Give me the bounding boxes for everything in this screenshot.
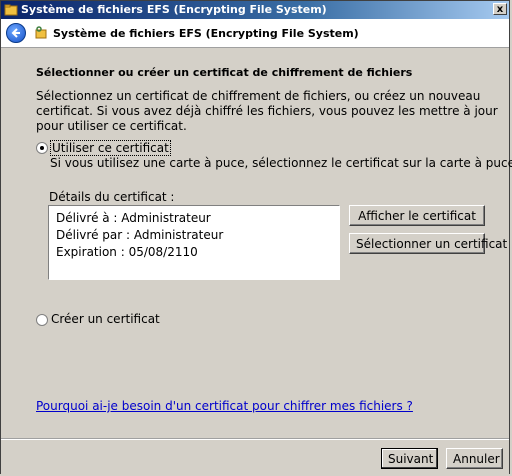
folder-key-icon <box>4 4 18 16</box>
create-certificate-radio[interactable] <box>36 314 48 326</box>
next-button[interactable]: Suivant <box>381 448 438 469</box>
create-certificate-label[interactable]: Créer un certificat <box>51 312 160 326</box>
wizard-footer: Suivant Annuler <box>1 438 509 476</box>
issued-to-text: Délivré à : Administrateur <box>56 211 211 225</box>
wizard-content: Sélectionner ou créer un certificat de c… <box>1 48 512 438</box>
efs-wizard-window: Système de fichiers EFS (Encrypting File… <box>0 0 512 476</box>
close-button[interactable]: x <box>493 3 507 15</box>
certificate-details-label: Détails du certificat : <box>49 190 175 204</box>
use-certificate-label[interactable]: Utiliser ce certificat <box>50 140 171 156</box>
help-link[interactable]: Pourquoi ai-je besoin d'un certificat po… <box>36 399 413 413</box>
title-bar[interactable]: Système de fichiers EFS (Encrypting File… <box>1 1 509 19</box>
expiration-text: Expiration : 05/08/2110 <box>56 245 198 259</box>
section-title: Sélectionner ou créer un certificat de c… <box>36 66 413 79</box>
view-certificate-button[interactable]: Afficher le certificat <box>349 205 485 226</box>
header-title: Système de fichiers EFS (Encrypting File… <box>53 27 359 40</box>
cancel-button[interactable]: Annuler <box>446 448 503 469</box>
description-text: Sélectionnez un certificat de chiffremen… <box>36 89 498 133</box>
wizard-header: Système de fichiers EFS (Encrypting File… <box>1 19 509 48</box>
key-icon <box>35 26 47 39</box>
smartcard-hint: Si vous utilisez une carte à puce, sélec… <box>50 156 512 170</box>
use-certificate-radio[interactable] <box>36 142 48 154</box>
issued-by-text: Délivré par : Administrateur <box>56 228 224 242</box>
window-title: Système de fichiers EFS (Encrypting File… <box>21 3 327 16</box>
select-certificate-button[interactable]: Sélectionner un certificat <box>349 233 507 254</box>
back-arrow-button[interactable] <box>6 23 26 43</box>
back-arrow-icon <box>11 28 20 38</box>
certificate-details-box: Délivré à : Administrateur Délivré par :… <box>48 205 340 280</box>
